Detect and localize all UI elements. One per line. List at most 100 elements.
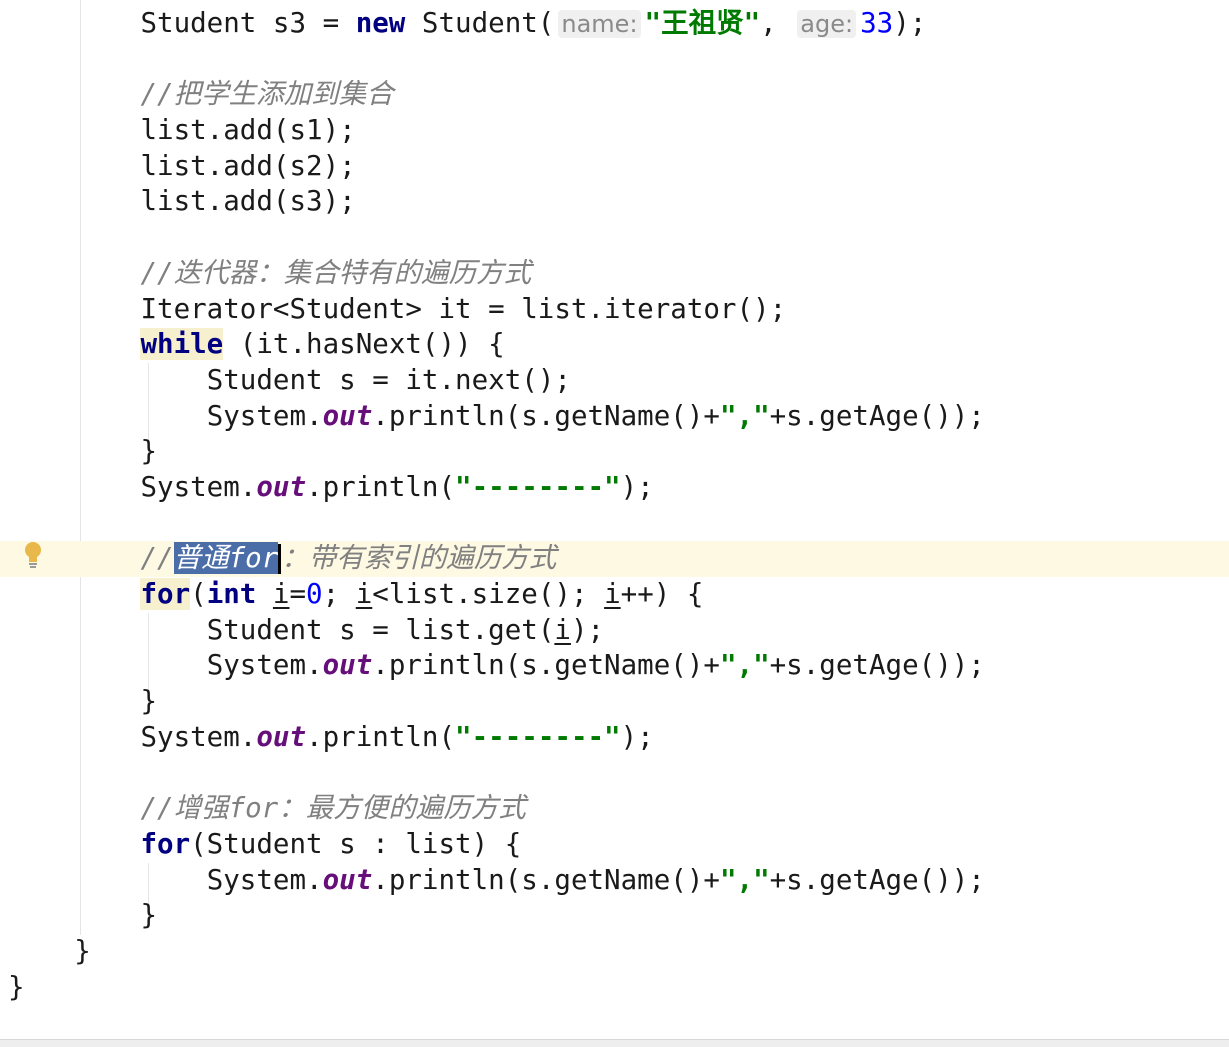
code-token: System. [140, 470, 257, 503]
code-line[interactable]: System.out.println(s.getName()+","+s.get… [8, 863, 985, 899]
code-token: .println(s.getName()+ [372, 649, 720, 682]
code-token: .println( [306, 720, 456, 753]
number-literal: 0 [306, 578, 323, 610]
string-literal: "王祖贤" [644, 7, 761, 39]
code-token: } [8, 970, 25, 1003]
keyword: for [140, 827, 191, 860]
comment: //迭代器：集合特有的遍历方式 [140, 256, 532, 289]
reassigned-variable: i [554, 613, 571, 646]
code-line[interactable] [8, 42, 985, 78]
code-token: (it.hasNext()) { [223, 328, 505, 361]
static-field: out [322, 649, 373, 682]
code-token: System. [140, 720, 257, 753]
code-token: (Student s : list) { [190, 827, 522, 860]
keyword-highlighted: for [140, 578, 191, 610]
code-line[interactable]: while (it.hasNext()) { [8, 327, 985, 363]
code-token: ++) { [620, 578, 704, 610]
code-line[interactable]: Student s3 = new Student(name: "王祖贤", age… [8, 6, 985, 42]
comment: //把学生添加到集合 [140, 78, 394, 111]
code-line[interactable]: Student s = it.next(); [8, 363, 985, 399]
code-line[interactable]: //普通for ：带有索引的遍历方式 [8, 541, 985, 577]
string-literal: "," [719, 649, 770, 682]
code-token: ; [322, 578, 356, 610]
string-literal: "--------" [455, 720, 621, 753]
code-token: Student s = it.next(); [206, 363, 571, 396]
code-line[interactable]: } [8, 684, 985, 720]
string-literal: "," [719, 863, 770, 896]
code-token: .println( [306, 470, 456, 503]
number-literal: 33 [860, 7, 894, 39]
code-token: } [74, 934, 91, 967]
code-token: , [760, 7, 794, 39]
reassigned-variable: i [272, 578, 290, 610]
code-line[interactable]: System.out.println(s.getName()+","+s.get… [8, 399, 985, 435]
string-literal: "," [719, 399, 770, 432]
code-line[interactable]: Iterator<Student> it = list.iterator(); [8, 292, 985, 328]
code-line[interactable]: for(Student s : list) { [8, 827, 985, 863]
keyword-highlighted: while [140, 328, 224, 361]
code-token: Student s3 = [140, 7, 356, 39]
code-line[interactable]: } [8, 898, 985, 934]
code-line[interactable]: list.add(s2); [8, 149, 985, 185]
code-line[interactable]: //迭代器：集合特有的遍历方式 [8, 256, 985, 292]
code-token: ); [570, 613, 605, 646]
code-token: } [140, 435, 158, 468]
code-token: list.add(s1); [140, 114, 356, 147]
static-field: out [322, 399, 373, 432]
parameter-hint: name: [558, 10, 641, 38]
keyword: int [206, 578, 257, 610]
code-line[interactable]: } [8, 970, 985, 1006]
code-line[interactable] [8, 220, 985, 256]
code-line[interactable]: System.out.println(s.getName()+","+s.get… [8, 648, 985, 684]
string-literal: "--------" [455, 470, 621, 503]
code-line[interactable]: list.add(s1); [8, 113, 985, 149]
code-line[interactable]: } [8, 434, 985, 470]
comment: //增强for：最方便的遍历方式 [140, 792, 526, 825]
reassigned-variable: i [355, 578, 373, 610]
code-line[interactable]: System.out.println("--------"); [8, 720, 985, 756]
code-token: Student s = list.get( [206, 613, 555, 646]
code-line[interactable]: } [8, 934, 985, 970]
code-line[interactable]: list.add(s3); [8, 184, 985, 220]
parameter-hint: age: [797, 10, 857, 38]
code-line[interactable]: Student s = list.get(i); [8, 613, 985, 649]
selected-text: 普通for [173, 542, 279, 575]
static-field: out [256, 470, 307, 503]
code-line[interactable]: System.out.println("--------"); [8, 470, 985, 506]
code-token: list.add(s2); [140, 149, 356, 182]
static-field: out [322, 863, 373, 896]
code-line[interactable]: for(int i=0; i<list.size(); i++) { [8, 577, 985, 613]
code-token: +s.getAge()); [769, 649, 985, 682]
code-token: Student( [405, 7, 555, 39]
code-line[interactable]: //增强for：最方便的遍历方式 [8, 791, 985, 827]
code-token: } [140, 685, 158, 718]
code-token: ( [190, 578, 207, 610]
code-token: <list.size(); [372, 578, 605, 610]
code-line[interactable] [8, 506, 985, 542]
reassigned-variable: i [604, 578, 621, 610]
code-token: .println(s.getName()+ [372, 399, 720, 432]
code-editor[interactable]: Student s3 = new Student(name: "王祖贤", age… [8, 6, 985, 1005]
static-field: out [256, 720, 307, 753]
code-line[interactable] [8, 755, 985, 791]
code-line[interactable]: //把学生添加到集合 [8, 77, 985, 113]
code-token: System. [206, 863, 323, 896]
